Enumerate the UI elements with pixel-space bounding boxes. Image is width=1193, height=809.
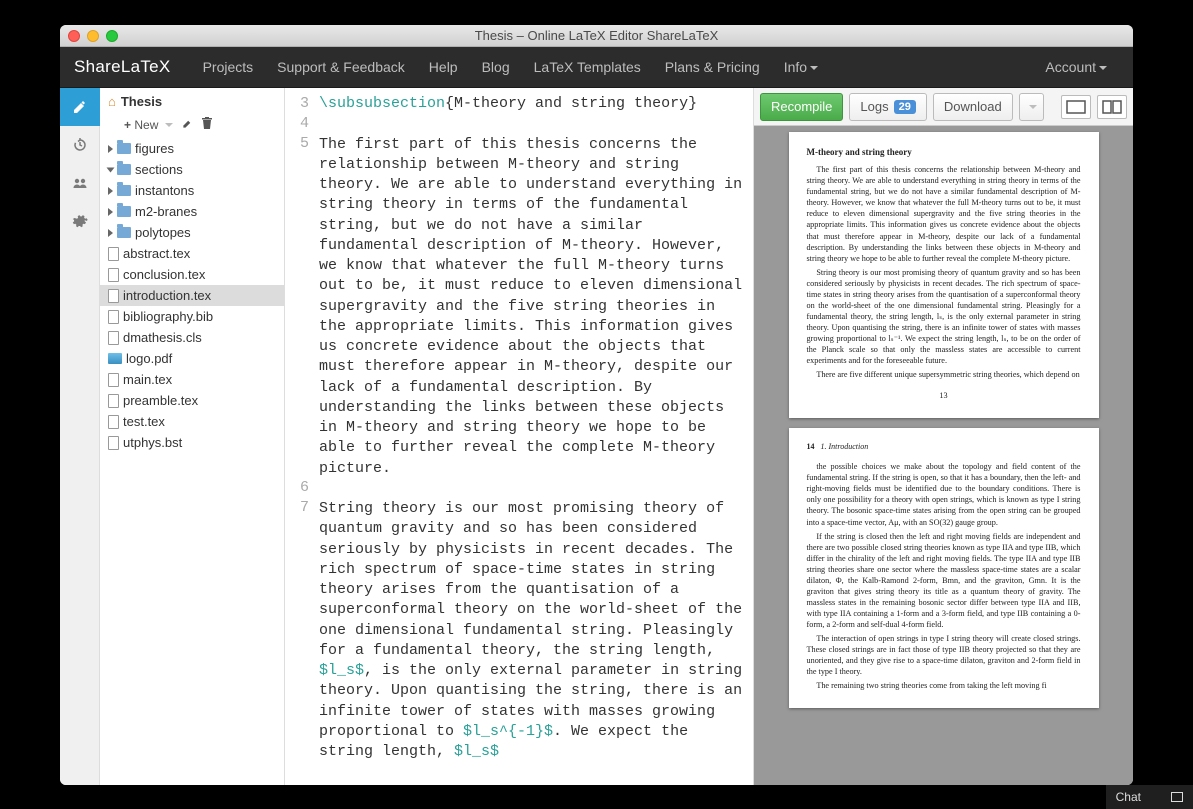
chat-icon <box>1171 792 1183 802</box>
tree-item-label: abstract.tex <box>123 246 190 261</box>
pdf-page: M-theory and string theory The first par… <box>789 132 1099 418</box>
folder-polytopes[interactable]: polytopes <box>100 222 284 243</box>
delete-button[interactable] <box>202 117 212 132</box>
pdf-heading: M-theory and string theory <box>807 146 1081 158</box>
layout-split-button[interactable] <box>1097 95 1127 119</box>
rail-share-button[interactable] <box>60 164 100 202</box>
folder-instantons[interactable]: instantons <box>100 180 284 201</box>
folder-figures[interactable]: figures <box>100 138 284 159</box>
file-introduction-tex[interactable]: introduction.tex <box>100 285 284 306</box>
menu-blog[interactable]: Blog <box>470 59 522 75</box>
menu-info[interactable]: Info <box>772 59 830 75</box>
tree-item-label: bibliography.bib <box>123 309 213 324</box>
folder-sections[interactable]: sections <box>100 159 284 180</box>
menu-plans-pricing[interactable]: Plans & Pricing <box>653 59 772 75</box>
window-title: Thesis – Online LaTeX Editor ShareLaTeX <box>60 28 1133 43</box>
file-icon <box>108 373 119 387</box>
rail-settings-button[interactable] <box>60 202 100 240</box>
folder-icon <box>117 185 131 196</box>
disclosure-triangle-icon[interactable] <box>108 145 113 153</box>
code-editor[interactable]: 34567 \subsubsection{M-theory and string… <box>285 88 753 785</box>
file-icon <box>108 436 119 450</box>
rail-edit-button[interactable] <box>60 88 100 126</box>
tree-item-label: logo.pdf <box>126 351 172 366</box>
folder-icon <box>117 143 131 154</box>
menu-projects[interactable]: Projects <box>191 59 266 75</box>
file-abstract-tex[interactable]: abstract.tex <box>100 243 284 264</box>
rename-button[interactable] <box>182 118 193 132</box>
logs-count-badge: 29 <box>894 100 916 114</box>
file-utphys-bst[interactable]: utphys.bst <box>100 432 284 453</box>
tree-item-label: main.tex <box>123 372 172 387</box>
tree-item-label: conclusion.tex <box>123 267 205 282</box>
disclosure-triangle-icon[interactable] <box>108 187 113 195</box>
file-conclusion-tex[interactable]: conclusion.tex <box>100 264 284 285</box>
disclosure-triangle-icon[interactable] <box>108 208 113 216</box>
brand-logo[interactable]: ShareLaTeX <box>74 57 171 77</box>
tree-item-label: sections <box>135 162 183 177</box>
home-icon: ⌂ <box>108 94 116 109</box>
logs-button[interactable]: Logs29 <box>849 93 926 121</box>
chat-toggle[interactable]: Chat <box>1106 785 1193 809</box>
tree-item-label: polytopes <box>135 225 191 240</box>
disclosure-triangle-icon[interactable] <box>107 167 115 172</box>
file-dmathesis-cls[interactable]: dmathesis.cls <box>100 327 284 348</box>
tree-item-label: figures <box>135 141 174 156</box>
titlebar: Thesis – Online LaTeX Editor ShareLaTeX <box>60 25 1133 47</box>
chevron-down-icon <box>1029 105 1037 109</box>
menu-support-feedback[interactable]: Support & Feedback <box>265 59 417 75</box>
file-main-tex[interactable]: main.tex <box>100 369 284 390</box>
recompile-button[interactable]: Recompile <box>760 93 843 121</box>
pdf-page: 14 1. Introduction the possible choices … <box>789 428 1099 708</box>
file-icon <box>108 415 119 429</box>
chevron-down-icon <box>165 123 173 127</box>
image-icon <box>108 353 122 364</box>
file-icon <box>108 289 119 303</box>
tree-item-label: dmathesis.cls <box>123 330 202 345</box>
file-icon <box>108 394 119 408</box>
file-bibliography-bib[interactable]: bibliography.bib <box>100 306 284 327</box>
menubar: ShareLaTeX ProjectsSupport & FeedbackHel… <box>60 47 1133 87</box>
pdf-running-head: 14 1. Introduction <box>807 442 1081 453</box>
tree-item-label: m2-branes <box>135 204 197 219</box>
project-name: Thesis <box>121 94 162 109</box>
account-menu[interactable]: Account <box>1033 59 1119 75</box>
pdf-viewer[interactable]: M-theory and string theory The first par… <box>754 126 1133 785</box>
disclosure-triangle-icon[interactable] <box>108 229 113 237</box>
file-tree: ⌂ Thesis + New figures sections instantons… <box>100 88 285 785</box>
folder-m2-branes[interactable]: m2-branes <box>100 201 284 222</box>
new-file-button[interactable]: + New <box>124 118 173 132</box>
menu-latex-templates[interactable]: LaTeX Templates <box>522 59 653 75</box>
file-icon <box>108 310 119 324</box>
file-logo-pdf[interactable]: logo.pdf <box>100 348 284 369</box>
folder-icon <box>117 206 131 217</box>
chevron-down-icon <box>1099 66 1107 70</box>
rail-history-button[interactable] <box>60 126 100 164</box>
tree-item-label: instantons <box>135 183 194 198</box>
download-button[interactable]: Download <box>933 93 1013 121</box>
file-icon <box>108 247 119 261</box>
folder-icon <box>117 164 131 175</box>
pdf-page-number: 13 <box>807 390 1081 401</box>
layout-full-button[interactable] <box>1061 95 1091 119</box>
file-icon <box>108 268 119 282</box>
file-preamble-tex[interactable]: preamble.tex <box>100 390 284 411</box>
download-menu-button[interactable] <box>1019 93 1044 121</box>
tree-item-label: test.tex <box>123 414 165 429</box>
menu-help[interactable]: Help <box>417 59 470 75</box>
pdf-toolbar: Recompile Logs29 Download <box>754 88 1133 126</box>
file-icon <box>108 331 119 345</box>
left-rail <box>60 88 100 785</box>
tree-item-label: introduction.tex <box>123 288 211 303</box>
folder-icon <box>117 227 131 238</box>
file-test-tex[interactable]: test.tex <box>100 411 284 432</box>
tree-item-label: utphys.bst <box>123 435 182 450</box>
chevron-down-icon <box>810 66 818 70</box>
tree-item-label: preamble.tex <box>123 393 198 408</box>
